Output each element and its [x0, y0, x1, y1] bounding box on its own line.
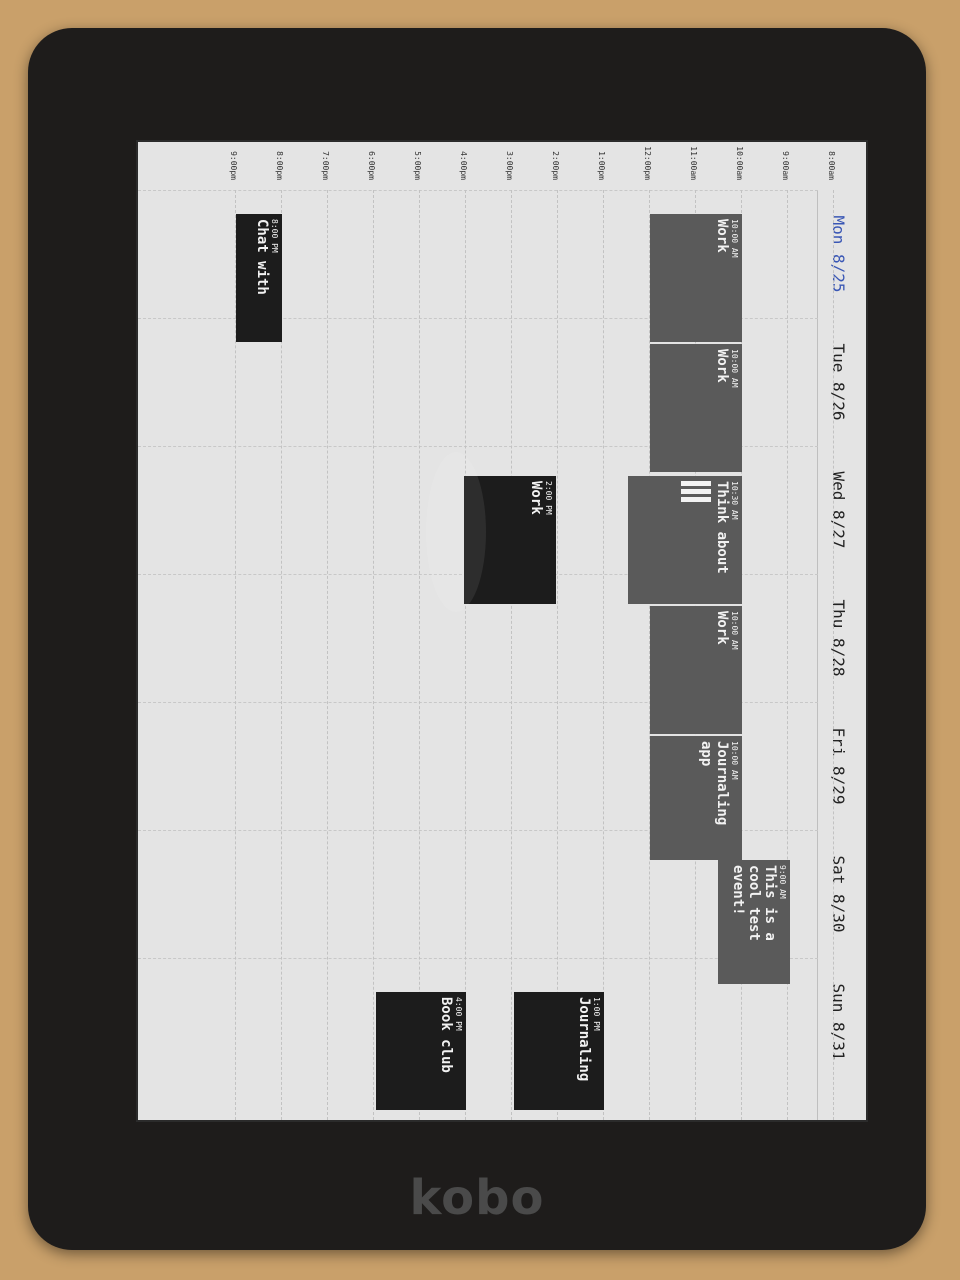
- hour-gridline: [557, 190, 558, 1120]
- event-block[interactable]: 9:00 AM This is a cool test event!: [718, 860, 790, 984]
- event-block[interactable]: 10:00 AM Work: [650, 214, 742, 342]
- hour-label: 7:00pm: [321, 151, 330, 180]
- day-header-sat[interactable]: Sat 8/30: [818, 830, 858, 958]
- hour-gridline: [603, 190, 604, 1120]
- hour-label: 11:00am: [689, 146, 698, 180]
- hour-label: 4:00pm: [459, 151, 468, 180]
- hour-gridline: [833, 190, 834, 1120]
- event-block[interactable]: 10:00 AM Journaling app: [650, 736, 742, 860]
- event-block[interactable]: 4:00 PM Book club: [376, 992, 466, 1110]
- event-time: 1:00 PM: [592, 997, 601, 1031]
- week-calendar: Mon 8/25 Tue 8/26 Wed 8/27 Thu 8/28 Fri …: [138, 142, 866, 1120]
- event-time: 10:30 AM: [730, 481, 739, 520]
- event-title: Think about: [714, 481, 730, 574]
- hour-label: 8:00am: [827, 151, 836, 180]
- day-header-tue[interactable]: Tue 8/26: [818, 318, 858, 446]
- event-time: 10:00 AM: [730, 741, 739, 780]
- event-title: Journaling app: [698, 741, 730, 826]
- hour-gridline: [465, 190, 466, 1120]
- event-time: 10:00 AM: [730, 349, 739, 388]
- hour-label: 9:00pm: [229, 151, 238, 180]
- event-time: 9:00 AM: [778, 865, 787, 899]
- screen-glare: [426, 452, 486, 612]
- kobo-logo: kobo: [409, 1170, 545, 1226]
- hour-label: 9:00am: [781, 151, 790, 180]
- hour-label: 3:00pm: [505, 151, 514, 180]
- event-time: 10:00 AM: [730, 219, 739, 258]
- hour-label: 1:00pm: [597, 151, 606, 180]
- event-block[interactable]: 8:00 PM Chat with: [236, 214, 282, 342]
- event-block[interactable]: 10:30 AM Think about: [628, 476, 742, 604]
- hour-gridline: [327, 190, 328, 1120]
- event-title: This is a cool test event!: [730, 865, 778, 941]
- event-overflow-bars: [677, 481, 711, 599]
- event-title: Journaling: [576, 997, 592, 1082]
- event-title: Book club: [438, 997, 454, 1073]
- hour-label: 8:00pm: [275, 151, 284, 180]
- event-title: Work: [714, 349, 730, 383]
- day-header-thu[interactable]: Thu 8/28: [818, 574, 858, 702]
- event-time: 10:00 AM: [730, 611, 739, 650]
- event-block[interactable]: 10:00 AM Work: [650, 606, 742, 734]
- event-title: Work: [714, 611, 730, 645]
- event-title: Chat with: [254, 219, 270, 295]
- ereader-device: Mon 8/25 Tue 8/26 Wed 8/27 Thu 8/28 Fri …: [28, 28, 926, 1250]
- hour-label: 6:00pm: [367, 151, 376, 180]
- hour-label: 12:00pm: [643, 146, 652, 180]
- day-header-wed[interactable]: Wed 8/27: [818, 446, 858, 574]
- day-separator: [138, 958, 818, 959]
- event-block[interactable]: 1:00 PM Journaling: [514, 992, 604, 1110]
- hour-label: 2:00pm: [551, 151, 560, 180]
- day-header-sun[interactable]: Sun 8/31: [818, 958, 858, 1086]
- eink-screen: Mon 8/25 Tue 8/26 Wed 8/27 Thu 8/28 Fri …: [136, 140, 868, 1122]
- event-time: 8:00 PM: [270, 219, 279, 253]
- hour-label: 10:00am: [735, 146, 744, 180]
- hour-gridline: [511, 190, 512, 1120]
- event-title: Work: [714, 219, 730, 253]
- event-time: 4:00 PM: [454, 997, 463, 1031]
- hour-gridline: [373, 190, 374, 1120]
- event-time: 2:00 PM: [544, 481, 553, 515]
- day-header-fri[interactable]: Fri 8/29: [818, 702, 858, 830]
- hour-gridline: [419, 190, 420, 1120]
- event-title: Work: [528, 481, 544, 515]
- day-separator: [138, 190, 818, 191]
- hour-label: 5:00pm: [413, 151, 422, 180]
- day-header-mon[interactable]: Mon 8/25: [818, 190, 858, 318]
- event-block[interactable]: 10:00 AM Work: [650, 344, 742, 472]
